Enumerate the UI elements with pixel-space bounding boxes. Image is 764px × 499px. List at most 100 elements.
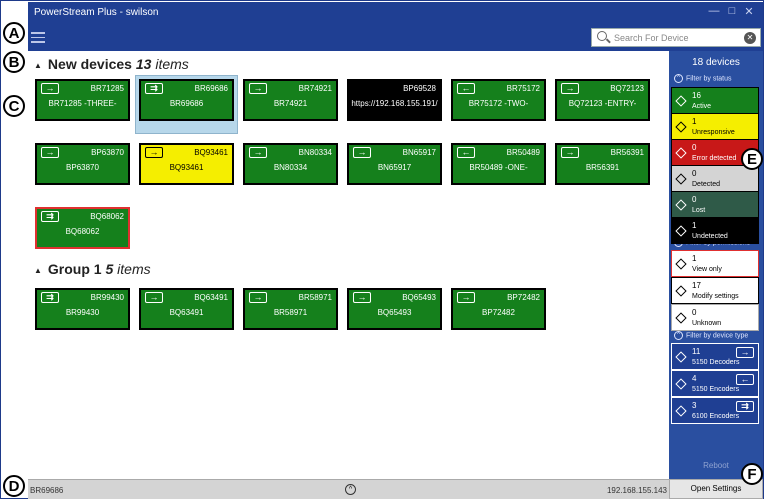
device-id: BQ68062	[90, 212, 124, 221]
device-tile[interactable]: ← BR75172 BR75172 -TWO-	[451, 79, 546, 121]
filter-label: Modify settings	[692, 293, 739, 300]
filter-count: 0	[692, 195, 697, 204]
filter-label: Filter by status	[686, 75, 732, 83]
device-id: BN65917	[402, 148, 436, 157]
device-tile[interactable]: → BQ65493 BQ65493	[347, 288, 442, 330]
minimize-button[interactable]: —	[707, 5, 721, 17]
device-tile[interactable]: → BP63870 BP63870	[35, 143, 130, 185]
status-filter-active[interactable]: 16 Active	[671, 87, 759, 114]
status-filter-detected[interactable]: 0 Detected	[671, 165, 759, 192]
filter-label: Undetected	[692, 233, 728, 240]
search-input[interactable]: Search For Device	[614, 33, 689, 43]
filter-count: 3	[692, 401, 697, 410]
marker-a: A	[3, 22, 25, 44]
device-tile[interactable]: BP69528 https://192.168.155.191/	[347, 79, 442, 121]
group-name: New devices	[47, 56, 132, 72]
filter-label: 6100 Encoders	[692, 413, 740, 420]
device-tile[interactable]: ← BR50489 BR50489 -ONE-	[451, 143, 546, 185]
toolbar: Search For Device ✕	[28, 23, 763, 51]
group-items-label: items	[155, 56, 189, 72]
device-tile[interactable]: → BR58971 BR58971	[243, 288, 338, 330]
expand-up-icon[interactable]: ^	[345, 484, 356, 495]
collapse-caret-icon[interactable]: ▲	[34, 61, 42, 70]
encoder-icon: ←	[457, 147, 475, 158]
diamond-icon	[675, 285, 687, 297]
group-header-group-1[interactable]: ▲ Group 1 5 items	[34, 261, 151, 277]
diamond-icon	[675, 199, 687, 211]
status-filter-lost[interactable]: 0 Lost	[671, 191, 759, 218]
device-tile[interactable]: ⇉ BR69686 BR69686	[139, 79, 234, 121]
device-tile[interactable]: → BR71285 BR71285 -THREE-	[35, 79, 130, 121]
device-id: BQ63491	[194, 293, 228, 302]
chevron-up-icon: ^	[674, 331, 683, 340]
device-tile[interactable]: → BR56391 BR56391	[555, 143, 650, 185]
device-id: BQ93461	[194, 148, 228, 157]
device-count-header: 18 devices	[692, 57, 740, 68]
group-items-label: items	[117, 261, 151, 277]
encoder-6100-icon: ⇉	[145, 83, 163, 94]
device-name: https://192.168.155.191/	[351, 99, 438, 108]
types-filter-5150-encoders[interactable]: 4 5150 Encoders ←	[671, 370, 759, 397]
diamond-icon	[675, 378, 687, 390]
permissions-filter-unknown[interactable]: 0 Unknown	[671, 304, 759, 331]
device-tile[interactable]: → BQ63491 BQ63491	[139, 288, 234, 330]
filter-count: 11	[692, 347, 701, 356]
device-id: BR56391	[610, 148, 644, 157]
device-tile[interactable]: → BQ93461 BQ93461	[139, 143, 234, 185]
status-filter-undetected[interactable]: 1 Undetected	[671, 217, 759, 244]
filter-count: 17	[692, 281, 701, 290]
device-tile[interactable]: → BP72482 BP72482	[451, 288, 546, 330]
device-name: BN80334	[273, 163, 308, 172]
device-name: BR71285 -THREE-	[48, 99, 117, 108]
device-name: BR56391	[585, 163, 620, 172]
permissions-filter-modify-settings[interactable]: 17 Modify settings	[671, 277, 759, 304]
clear-search-icon[interactable]: ✕	[744, 32, 756, 44]
device-tile[interactable]: → BN80334 BN80334	[243, 143, 338, 185]
title-bar: PowerStream Plus - swilson — □ ✕	[28, 2, 763, 23]
marker-b: B	[3, 51, 25, 73]
device-id: BP72482	[507, 293, 540, 302]
device-id: BR99430	[90, 293, 124, 302]
diamond-icon	[675, 95, 687, 107]
encoder-6100-icon: ⇉	[41, 211, 59, 222]
device-tile[interactable]: → BN65917 BN65917	[347, 143, 442, 185]
collapse-caret-icon[interactable]: ▲	[34, 266, 42, 275]
filter-count: 16	[692, 91, 701, 100]
types-filter-6100-encoders[interactable]: 3 6100 Encoders ⇉	[671, 397, 759, 424]
types-filter-5150-decoders[interactable]: 11 5150 Decoders →	[671, 343, 759, 370]
device-tile[interactable]: → BQ72123 BQ72123 -ENTRY-	[555, 79, 650, 121]
filter-label: Active	[692, 103, 712, 110]
filter-label: Unresponsive	[692, 129, 735, 136]
device-name: BQ65493	[377, 308, 412, 317]
filter-type-toggle[interactable]: ^ Filter by device type	[674, 331, 748, 340]
encoder-6100-icon: ⇉	[41, 292, 59, 303]
marker-e: E	[741, 148, 763, 170]
group-name: Group 1	[47, 261, 102, 277]
device-tile[interactable]: ⇉ BQ68062 BQ68062	[35, 207, 130, 249]
group-count: 13	[135, 56, 152, 72]
device-id: BR50489	[506, 148, 540, 157]
filter-status-toggle[interactable]: ^ Filter by status	[674, 74, 732, 83]
device-tile[interactable]: → BR74921 BR74921	[243, 79, 338, 121]
decoder-icon: →	[41, 83, 59, 94]
menu-icon[interactable]	[31, 29, 45, 43]
filter-count: 1	[692, 117, 697, 126]
device-area: ▲ New devices 13 items ▲ Group 1 5 items →…	[28, 51, 669, 479]
diamond-icon	[675, 258, 687, 270]
diamond-icon	[675, 405, 687, 417]
filter-count: 0	[692, 169, 697, 178]
permissions-filter-view-only[interactable]: 1 View only	[671, 250, 759, 277]
maximize-button[interactable]: □	[725, 5, 739, 17]
decoder-icon: →	[41, 147, 59, 158]
group-header-new-devices[interactable]: ▲ New devices 13 items	[34, 56, 189, 72]
filter-label: Filter by device type	[686, 332, 749, 340]
status-bar: BR69686 ^ 192.168.155.143	[28, 479, 669, 499]
filter-count: 1	[692, 221, 697, 230]
filter-count: 0	[692, 308, 697, 317]
decoder-icon: →	[353, 147, 371, 158]
device-tile[interactable]: ⇉ BR99430 BR99430	[35, 288, 130, 330]
close-button[interactable]: ✕	[742, 5, 756, 18]
status-filter-unresponsive[interactable]: 1 Unresponsive	[671, 113, 759, 140]
search-box[interactable]: Search For Device ✕	[591, 28, 761, 47]
device-name: BR58971	[273, 308, 308, 317]
